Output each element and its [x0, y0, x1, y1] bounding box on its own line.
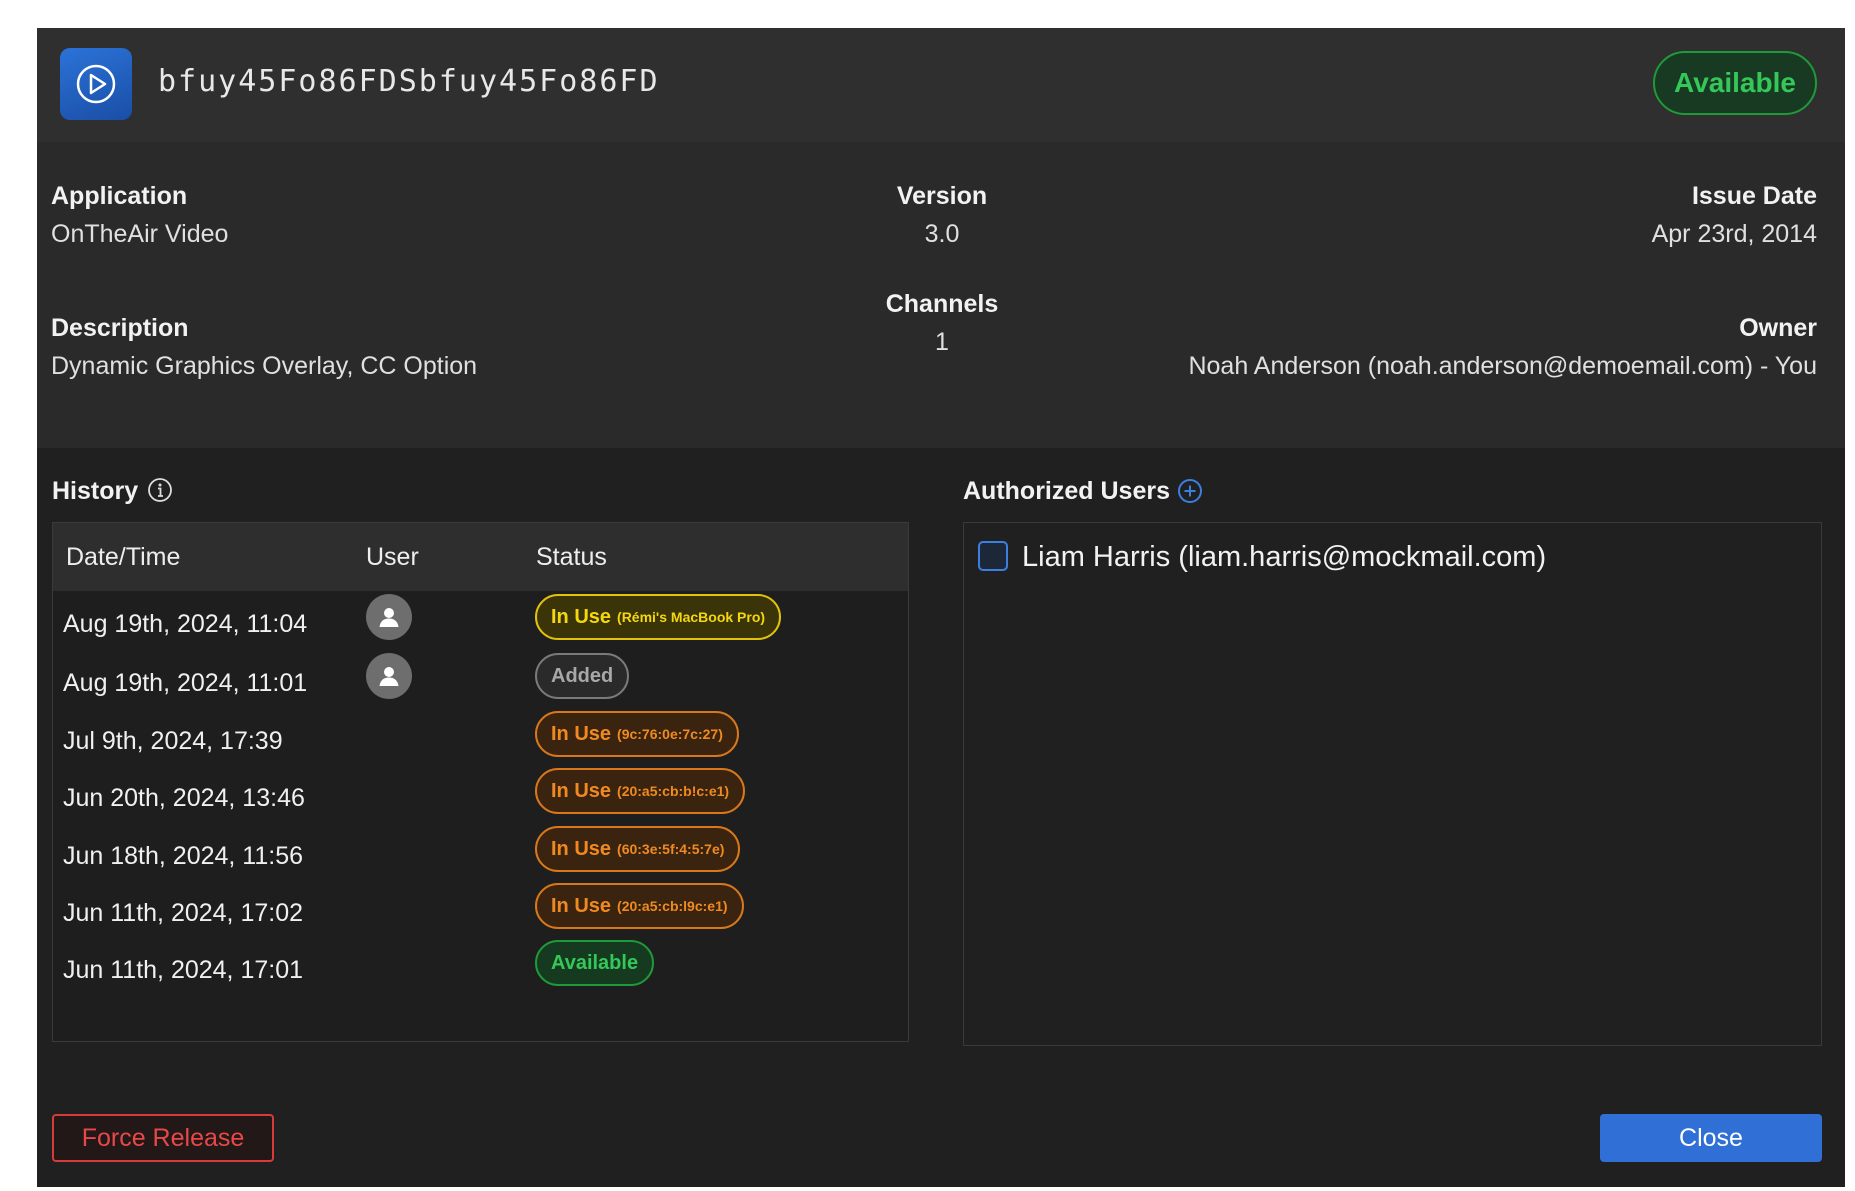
version-value: 3.0: [924, 220, 960, 248]
status-detail: (9c:76:0e:7c:27): [617, 726, 723, 742]
user-avatar-icon[interactable]: [366, 653, 412, 699]
table-row: Jun 11th, 2024, 17:01 Available: [53, 940, 908, 1004]
table-row: Aug 19th, 2024, 11:04 In Use (Rémi's MacBo…: [53, 594, 908, 658]
issue-date-value: Apr 23rd, 2014: [1651, 220, 1817, 248]
close-button[interactable]: Close: [1600, 1114, 1822, 1162]
row-datetime: Jul 9th, 2024, 17:39: [63, 727, 283, 755]
owner-value: Noah Anderson (noah.anderson@demoemail.c…: [1188, 352, 1817, 380]
user-avatar-icon[interactable]: [366, 594, 412, 640]
column-header-status[interactable]: Status: [536, 543, 607, 572]
status-badge: In Use (20:a5:cb:l9c:e1): [535, 883, 744, 929]
row-datetime: Jun 11th, 2024, 17:01: [63, 956, 304, 984]
channels-label: Channels: [885, 290, 999, 318]
table-row: Jun 20th, 2024, 13:46 In Use (20:a5:cb:b!c…: [53, 768, 908, 832]
status-badge: In Use (20:a5:cb:b!c:e1): [535, 768, 746, 814]
status-detail: (Rémi's MacBook Pro): [617, 609, 766, 625]
column-header-user[interactable]: User: [366, 543, 419, 572]
dialog-header: bfuy45Fo86FDSbfuy45Fo86FD Available: [37, 28, 1845, 142]
table-row: Jun 11th, 2024, 17:02 In Use (20:a5:cb:l9c…: [53, 883, 908, 947]
owner-label: Owner: [1739, 314, 1817, 342]
history-table-header: Date/Time User Status: [53, 523, 908, 591]
row-datetime: Jun 20th, 2024, 13:46: [63, 784, 305, 812]
table-row: Jun 18th, 2024, 11:56 In Use (60:3e:5f:4:5…: [53, 826, 908, 890]
license-status-badge: Available: [1653, 51, 1817, 115]
row-datetime: Aug 19th, 2024, 11:01: [63, 669, 308, 697]
description-label: Description: [51, 314, 189, 342]
status-badge: In Use (60:3e:5f:4:5:7e): [535, 826, 741, 872]
row-datetime: Jun 18th, 2024, 11:56: [63, 842, 304, 870]
status-badge: In Use (9c:76:0e:7c:27): [535, 711, 739, 757]
status-badge: Available: [535, 940, 655, 986]
status-detail: (20:a5:cb:b!c:e1): [617, 783, 730, 799]
channels-value: 1: [935, 328, 949, 356]
status-detail: (60:3e:5f:4:5:7e): [617, 841, 725, 857]
add-user-icon[interactable]: [1177, 478, 1203, 504]
column-header-datetime[interactable]: Date/Time: [66, 543, 180, 572]
status-detail: (20:a5:cb:l9c:e1): [617, 898, 728, 914]
status-label: In Use: [551, 722, 612, 745]
status-label: In Use: [551, 779, 612, 802]
version-label: Version: [896, 182, 988, 210]
table-row: Jul 9th, 2024, 17:39 In Use (9c:76:0e:7c:2…: [53, 711, 908, 775]
description-value: Dynamic Graphics Overlay, CC Option: [51, 352, 478, 380]
status-label: Available: [551, 951, 639, 974]
force-release-button[interactable]: Force Release: [52, 1114, 274, 1162]
status-label: In Use: [551, 894, 612, 917]
table-row: Aug 19th, 2024, 11:01 Added: [53, 653, 908, 717]
info-icon[interactable]: [147, 477, 173, 503]
row-datetime: Jun 11th, 2024, 17:02: [63, 899, 304, 927]
history-title: History: [52, 477, 139, 505]
application-value: OnTheAir Video: [51, 220, 229, 248]
play-circle-icon: [60, 48, 132, 120]
row-datetime: Aug 19th, 2024, 11:04: [63, 610, 308, 638]
issue-date-label: Issue Date: [1691, 182, 1817, 210]
license-info-panel: Application OnTheAir Video Version 3.0 I…: [37, 142, 1845, 448]
application-label: Application: [51, 182, 188, 210]
user-label: Liam Harris (liam.harris@mockmail.com): [1022, 541, 1547, 573]
history-table: Date/Time User Status Aug 19th, 2024, 11…: [52, 522, 909, 1042]
user-checkbox[interactable]: [978, 541, 1008, 571]
status-badge: Added: [535, 653, 630, 699]
status-label: Added: [551, 664, 614, 687]
authorized-users-list: Liam Harris (liam.harris@mockmail.com): [963, 522, 1822, 1046]
license-details-dialog: bfuy45Fo86FDSbfuy45Fo86FD Available Appl…: [37, 28, 1845, 1187]
status-label: In Use: [551, 837, 612, 860]
status-badge: In Use (Rémi's MacBook Pro): [535, 594, 782, 640]
status-label: In Use: [551, 605, 612, 628]
license-key: bfuy45Fo86FDSbfuy45Fo86FD: [158, 64, 660, 99]
authorized-users-title: Authorized Users: [963, 477, 1170, 505]
